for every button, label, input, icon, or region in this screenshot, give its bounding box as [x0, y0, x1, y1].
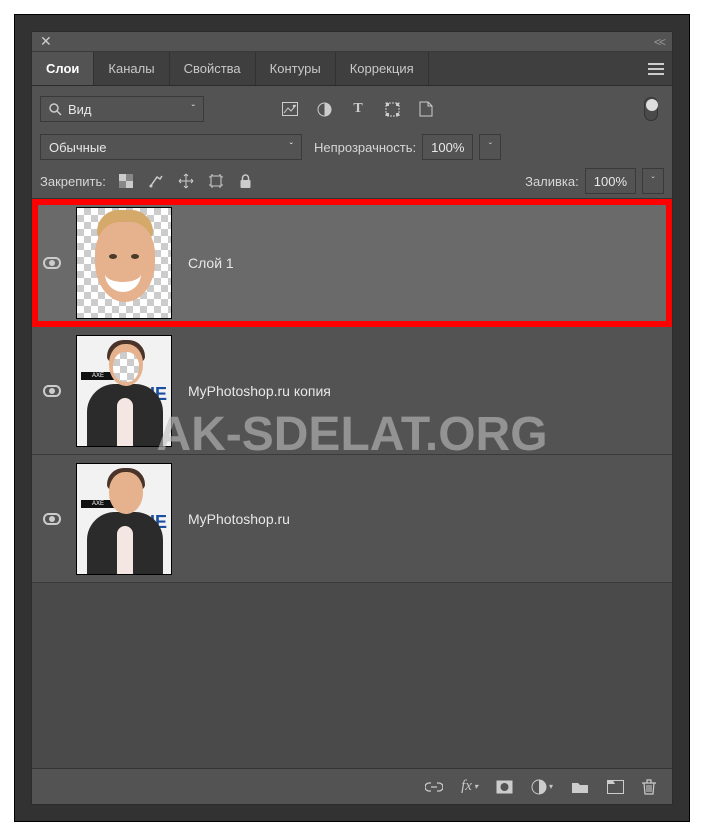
lock-image-icon[interactable]	[146, 171, 166, 191]
opacity-label: Непрозрачность:	[314, 140, 416, 155]
blend-mode-dropdown[interactable]: Обычные ˇ	[40, 134, 302, 160]
layer-style-icon[interactable]: fx▾	[461, 778, 478, 795]
tab-adjustments[interactable]: Коррекция	[336, 52, 429, 85]
filter-type-icon[interactable]: T	[348, 99, 368, 119]
search-icon	[49, 103, 62, 116]
chevron-down-icon: ˇ	[290, 142, 293, 153]
filter-type-icons: T	[280, 99, 436, 119]
delete-layer-icon[interactable]	[642, 779, 656, 795]
blend-row: Обычные ˇ Непрозрачность: 100% ˇ	[32, 130, 672, 164]
filter-pixel-icon[interactable]	[280, 99, 300, 119]
panel-top-bar: ✕ <<	[32, 32, 672, 52]
adjustment-layer-icon[interactable]: ▾	[531, 779, 553, 795]
lock-transparent-icon[interactable]	[116, 171, 136, 191]
panel-tabs: Слои Каналы Свойства Контуры Коррекция	[32, 52, 672, 86]
new-group-icon[interactable]	[571, 780, 589, 794]
lock-position-icon[interactable]	[176, 171, 196, 191]
tab-paths[interactable]: Контуры	[256, 52, 336, 85]
filter-smart-icon[interactable]	[416, 99, 436, 119]
chevron-down-icon: ˇ	[192, 104, 195, 115]
tab-properties[interactable]: Свойства	[170, 52, 256, 85]
collapse-icon[interactable]: <<	[654, 35, 664, 49]
filter-kind-label: Вид	[68, 102, 92, 117]
visibility-eye-icon[interactable]	[43, 385, 61, 397]
opacity-field[interactable]: 100%	[422, 134, 473, 160]
filter-toggle[interactable]	[644, 97, 658, 121]
new-layer-icon[interactable]	[607, 780, 624, 794]
add-mask-icon[interactable]	[496, 780, 513, 794]
lock-all-icon[interactable]	[236, 171, 256, 191]
close-icon[interactable]: ✕	[40, 33, 52, 50]
fill-label: Заливка:	[525, 174, 579, 189]
fill-chevron[interactable]: ˇ	[642, 168, 664, 194]
filter-kind-dropdown[interactable]: Вид ˇ	[40, 96, 204, 122]
layers-panel: ✕ << Слои Каналы Свойства Контуры Коррек…	[32, 32, 672, 804]
filter-adjustment-icon[interactable]	[314, 99, 334, 119]
lock-artboard-icon[interactable]	[206, 171, 226, 191]
layer-name[interactable]: Слой 1	[188, 255, 234, 271]
link-layers-icon[interactable]	[425, 782, 443, 792]
tab-channels[interactable]: Каналы	[94, 52, 169, 85]
layer-thumbnail[interactable]: AXE THE	[76, 463, 172, 575]
filter-row: Вид ˇ T	[32, 86, 672, 130]
lock-row: Закрепить: Заливка: 10	[32, 164, 672, 198]
tab-layers[interactable]: Слои	[32, 52, 94, 85]
filter-shape-icon[interactable]	[382, 99, 402, 119]
layer-name[interactable]: MyPhotoshop.ru	[188, 511, 290, 527]
layer-row[interactable]: Слой 1	[32, 199, 672, 327]
layer-row[interactable]: AXE THE MyPhotoshop.ru	[32, 455, 672, 583]
visibility-eye-icon[interactable]	[43, 257, 61, 269]
visibility-eye-icon[interactable]	[43, 513, 61, 525]
layers-bottom-bar: fx▾ ▾	[32, 768, 672, 804]
app-frame: ✕ << Слои Каналы Свойства Контуры Коррек…	[14, 14, 690, 822]
layer-row[interactable]: AXE THE MyPhotoshop.ru копия	[32, 327, 672, 455]
layer-name[interactable]: MyPhotoshop.ru копия	[188, 383, 331, 399]
layer-thumbnail[interactable]: AXE THE	[76, 335, 172, 447]
blend-mode-label: Обычные	[49, 140, 106, 155]
fill-field[interactable]: 100%	[585, 168, 636, 194]
layer-thumbnail[interactable]	[76, 207, 172, 319]
layers-list: Слой 1 AXE THE MyPhotoshop.ru копия	[32, 198, 672, 768]
lock-label: Закрепить:	[40, 174, 106, 189]
panel-menu-icon[interactable]	[640, 52, 672, 85]
opacity-chevron[interactable]: ˇ	[479, 134, 501, 160]
